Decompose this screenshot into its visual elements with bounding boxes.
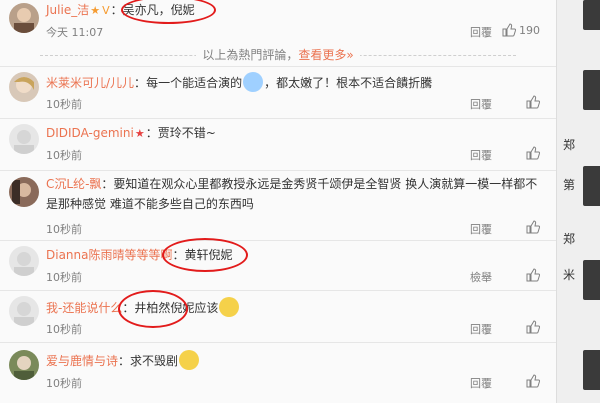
comments-panel: Julie_洁★ V：吴亦凡，倪妮 今天 11:07 回覆 190 以上為熱門評論… [0,0,556,403]
thumbs-up-icon [526,95,540,109]
comment-body: 求不毁剧 [130,354,179,368]
comment-text: 我-还能说什么：井柏然倪妮应该 [46,297,538,318]
divider [0,290,556,291]
comment-time: 10秒前 [46,377,82,390]
comment-body: 每一个能适合演的 [146,76,243,90]
more-prefix: 以上為熱門評論， [202,48,299,62]
reply-button[interactable]: 回覆 [470,375,492,391]
like-button[interactable] [526,268,540,282]
comment-body: 要知道在观众心里都教授永远是金秀贤千颂伊是全智贤 换人演就算一模一样都不是那种感… [46,177,538,211]
thumbnail[interactable] [583,260,600,300]
verified-v-icon: V [102,4,110,17]
divider [0,170,556,171]
more-comments-bar: 以上為熱門評論，查看更多» [0,46,556,63]
like-button[interactable] [526,320,540,334]
username[interactable]: Dianna陈雨晴等等等啊 [46,248,173,262]
comment-body-tail: ，都太嫩了！根本不适合饋折騰 [264,76,433,90]
avatar[interactable] [9,246,39,276]
comment-body: 吴亦凡，倪妮 [122,3,195,17]
divider [0,66,556,67]
thumbs-up-icon [526,374,540,388]
reply-button[interactable]: 回覆 [470,96,492,112]
comment-text: Julie_洁★ V：吴亦凡，倪妮 [46,3,195,17]
thumbs-up-icon [526,220,540,234]
comment-time: 10秒前 [46,323,82,336]
reply-button[interactable]: 回覆 [470,221,492,237]
username[interactable]: 爱与鹿情与诗 [46,354,118,368]
username[interactable]: 米莱米可儿/儿儿 [46,76,134,90]
avatar[interactable] [9,3,39,33]
comment-text: 爱与鹿情与诗：求不毁剧 [46,350,538,371]
thumbs-up-icon [526,320,540,334]
side-label[interactable]: 第 [563,176,575,193]
comment-time: 10秒前 [46,223,82,236]
comment-text: C沉L纶-飘：要知道在观众心里都教授永远是金秀贤千颂伊是全智贤 换人演就算一模一… [46,177,538,211]
comment-body: 贾玲不错~ [157,126,216,140]
username[interactable]: Julie_洁 [46,3,89,17]
report-button[interactable]: 檢舉 [470,269,492,285]
comment-time: 10秒前 [46,271,82,284]
like-button[interactable] [526,95,540,109]
avatar[interactable] [9,177,39,207]
thumbnail[interactable] [583,70,600,110]
verified-v-icon: ★ [134,127,145,140]
thumbnail[interactable] [583,166,600,206]
like-button[interactable] [526,146,540,160]
thinking-emoji-icon [219,297,240,317]
avatar[interactable] [9,350,39,380]
reply-button[interactable]: 回覆 [470,24,492,40]
comment-body-tail: 应该 [194,301,219,315]
avatar[interactable] [9,296,39,326]
comment-body: 井柏然倪妮 [134,301,195,315]
verified-v-icon: ★ [90,4,101,17]
comment-text: 米莱米可儿/儿儿：每一个能适合演的 ，都太嫩了！根本不适合饋折騰 [46,72,538,93]
reply-button[interactable]: 回覆 [470,321,492,337]
reply-button[interactable]: 回覆 [470,147,492,163]
comment-text: DIDIDA-gemini★：贾玲不错~ [46,126,216,140]
view-more-link[interactable]: 查看更多» [298,48,353,62]
thumbs-up-icon [526,268,540,282]
divider [0,118,556,119]
thumbnail[interactable] [583,0,600,30]
like-button[interactable]: 190 [502,23,540,37]
side-label[interactable]: 郑 [563,230,575,247]
like-count: 190 [519,23,540,37]
avatar[interactable] [9,124,39,154]
blushing-emoji-icon [243,72,264,92]
like-button[interactable] [526,374,540,388]
comment-body: 黄轩倪妮 [184,248,233,262]
comment-time: 10秒前 [46,149,82,162]
thumbnail[interactable] [583,350,600,390]
divider [0,342,556,343]
thumbs-up-icon [502,23,516,37]
side-label[interactable]: 郑 [563,136,575,153]
crying-emoji-icon [179,350,200,370]
like-button[interactable] [526,220,540,234]
username[interactable]: DIDIDA-gemini [46,126,134,140]
avatar[interactable] [9,72,39,102]
comment-time: 今天 11:07 [46,26,104,39]
side-panel-strip: 郑 第 郑 米 [556,0,600,403]
side-label[interactable]: 米 [563,266,575,283]
username[interactable]: C沉L纶-飘 [46,177,101,191]
thumbs-up-icon [526,146,540,160]
comment-time: 10秒前 [46,98,82,111]
comment-text: Dianna陈雨晴等等等啊：黄轩倪妮 [46,248,233,262]
divider [0,240,556,241]
username[interactable]: 我-还能说什么 [46,301,122,315]
